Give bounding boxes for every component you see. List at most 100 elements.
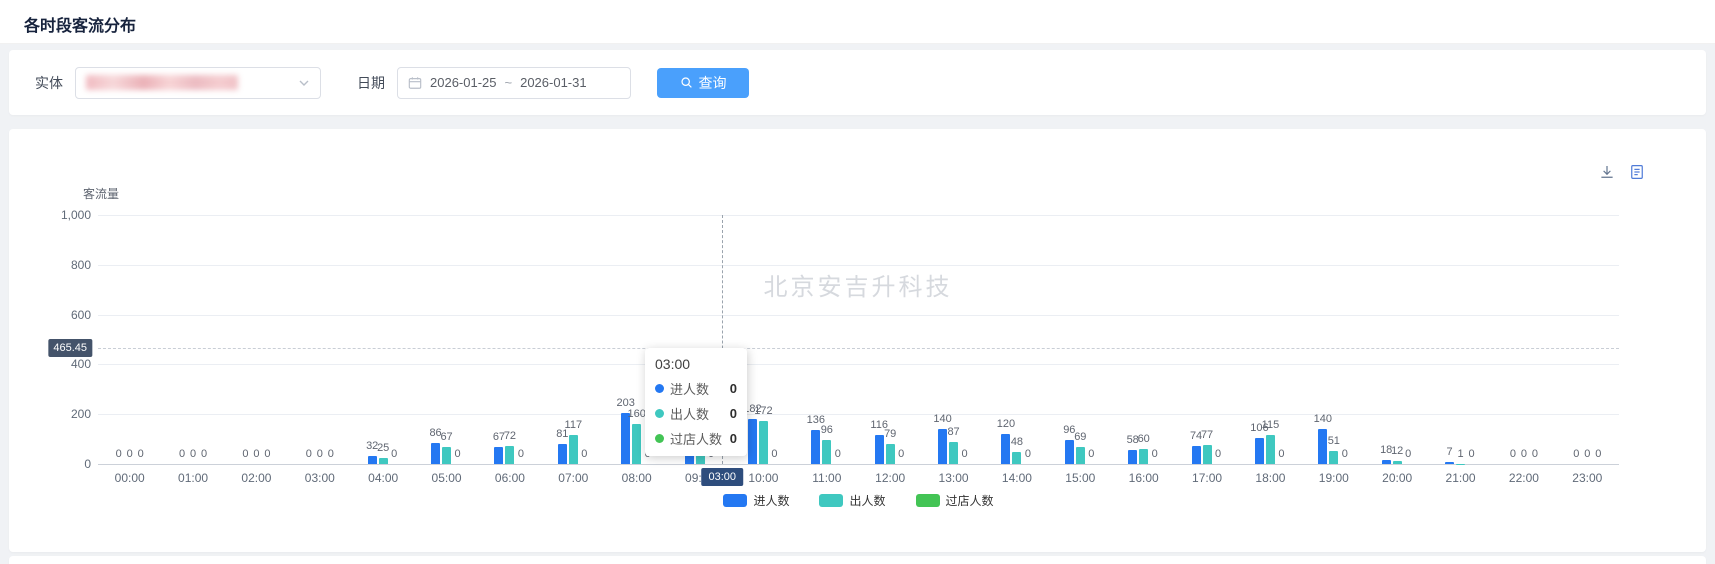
entity-value-redacted — [86, 75, 238, 90]
y-axis-tick: 200 — [9, 407, 91, 421]
x-axis-tick: 04:00 — [353, 471, 413, 485]
bar-value-label: 48 — [1002, 436, 1032, 448]
x-axis-tick: 19:00 — [1304, 471, 1364, 485]
chart-legend: 进人数 出人数 过店人数 — [98, 492, 1619, 509]
tooltip-row: 进人数 0 — [655, 379, 737, 398]
traffic-chart-card: 客流量 北京安吉升科技 1,000800600400200000:0000001… — [9, 129, 1706, 552]
bar-进人数-06:00[interactable] — [494, 447, 503, 464]
date-end-value[interactable]: 2026-01-31 — [520, 75, 587, 90]
x-axis-tick: 21:00 — [1431, 471, 1491, 485]
legend-marker-passby-icon — [916, 494, 940, 507]
series-enter-dot-icon — [655, 384, 664, 393]
gridline — [98, 315, 1619, 316]
bar-进人数-10:00[interactable] — [748, 419, 757, 464]
bar-value-label: 0 — [379, 448, 409, 460]
x-axis-tick: 03:00 — [290, 471, 350, 485]
bar-value-label: 0 — [1203, 448, 1233, 460]
x-axis-tick: 02:00 — [226, 471, 286, 485]
x-axis-tick: 22:00 — [1494, 471, 1554, 485]
chevron-down-icon — [298, 77, 310, 89]
y-axis-tick: 800 — [9, 258, 91, 272]
crosshair-horizontal-line — [98, 348, 1619, 349]
calendar-icon — [408, 76, 422, 90]
x-axis-tick: 12:00 — [860, 471, 920, 485]
bar-value-label: 96 — [812, 424, 842, 436]
bar-value-label: 0 — [950, 448, 980, 460]
bar-进人数-21:00[interactable] — [1445, 462, 1454, 464]
bar-value-label: 140 — [1308, 413, 1338, 425]
download-icon[interactable] — [1598, 163, 1616, 181]
date-range-input[interactable]: 2026-01-25 ~ 2026-01-31 — [397, 67, 631, 99]
bar-进人数-15:00[interactable] — [1065, 440, 1074, 464]
page-header-band: 各时段客流分布 — [0, 0, 1715, 44]
bar-value-label: 0 — [886, 448, 916, 460]
bar-value-label: 0 — [1266, 448, 1296, 460]
x-axis-tick: 07:00 — [543, 471, 603, 485]
bar-进人数-05:00[interactable] — [431, 443, 440, 464]
bar-进人数-07:00[interactable] — [558, 444, 567, 464]
x-axis-pointer-badge: 03:00 — [701, 468, 743, 486]
tooltip-row: 出人数 0 — [655, 404, 737, 423]
x-axis-tick: 05:00 — [417, 471, 477, 485]
bar-value-label: 51 — [1319, 435, 1349, 447]
date-label: 日期 — [357, 73, 385, 93]
bar-进人数-18:00[interactable] — [1255, 438, 1264, 464]
bar-value-label: 115 — [1255, 419, 1285, 431]
page: { "page": { "title": "各时段客流分布" }, "filte… — [0, 0, 1715, 561]
bar-value-label: 72 — [495, 430, 525, 442]
search-icon — [680, 76, 693, 89]
y-axis-tick: 0 — [9, 457, 91, 471]
legend-item-exit[interactable]: 出人数 — [819, 492, 885, 509]
x-axis-tick: 20:00 — [1367, 471, 1427, 485]
x-axis-line — [98, 464, 1619, 465]
bar-出人数-20:00[interactable] — [1393, 461, 1402, 464]
bar-进人数-20:00[interactable] — [1382, 460, 1391, 464]
bar-进人数-16:00[interactable] — [1128, 450, 1137, 464]
search-button[interactable]: 查询 — [657, 68, 749, 98]
legend-label: 出人数 — [849, 492, 885, 509]
gridline — [98, 414, 1619, 415]
bar-value-label: 0 — [1076, 448, 1106, 460]
x-axis-tick: 15:00 — [1050, 471, 1110, 485]
bar-进人数-04:00[interactable] — [368, 456, 377, 464]
entity-label: 实体 — [35, 73, 63, 93]
bar-进人数-08:00[interactable] — [621, 413, 630, 464]
tooltip-series-value: 0 — [730, 406, 737, 421]
tooltip-series-name: 进人数 — [670, 379, 709, 398]
gridline — [98, 364, 1619, 365]
bar-进人数-17:00[interactable] — [1192, 446, 1201, 464]
bar-value-label: 0 — [823, 448, 853, 460]
bar-value-label: 0 — [316, 448, 346, 460]
x-axis-tick: 23:00 — [1557, 471, 1617, 485]
bar-value-label: 0 — [1013, 448, 1043, 460]
bar-value-label: 79 — [875, 428, 905, 440]
x-axis-tick: 11:00 — [797, 471, 857, 485]
series-passby-dot-icon — [655, 434, 664, 443]
tooltip-series-value: 0 — [730, 431, 737, 446]
bar-value-label: 0 — [252, 448, 282, 460]
date-start-value[interactable]: 2026-01-25 — [430, 75, 497, 90]
bar-value-label: 140 — [928, 413, 958, 425]
legend-item-passby[interactable]: 过店人数 — [916, 492, 994, 509]
x-axis-tick: 00:00 — [100, 471, 160, 485]
data-view-icon[interactable] — [1628, 163, 1646, 181]
bar-value-label: 0 — [1140, 448, 1170, 460]
legend-item-enter[interactable]: 进人数 — [723, 492, 789, 509]
bar-value-label: 0 — [1457, 448, 1487, 460]
chart-plot-area: 1,000800600400200000:0000001:0000002:000… — [9, 129, 1706, 552]
bar-value-label: 0 — [189, 448, 219, 460]
gridline — [98, 215, 1619, 216]
tooltip-title: 03:00 — [655, 356, 737, 372]
bar-value-label: 87 — [939, 426, 969, 438]
x-axis-tick: 14:00 — [987, 471, 1047, 485]
bar-value-label: 0 — [569, 448, 599, 460]
legend-label: 过店人数 — [946, 492, 994, 509]
bar-value-label: 0 — [1583, 448, 1613, 460]
tooltip-series-name: 过店人数 — [670, 429, 722, 448]
y-axis-pointer-badge: 465.45 — [48, 339, 92, 357]
filter-bar: 实体 日期 2026-01-25 ~ 2026-01-31 查询 — [9, 50, 1706, 115]
legend-label: 进人数 — [753, 492, 789, 509]
x-axis-tick: 08:00 — [607, 471, 667, 485]
bar-value-label: 0 — [1393, 448, 1423, 460]
entity-select[interactable] — [75, 67, 321, 99]
